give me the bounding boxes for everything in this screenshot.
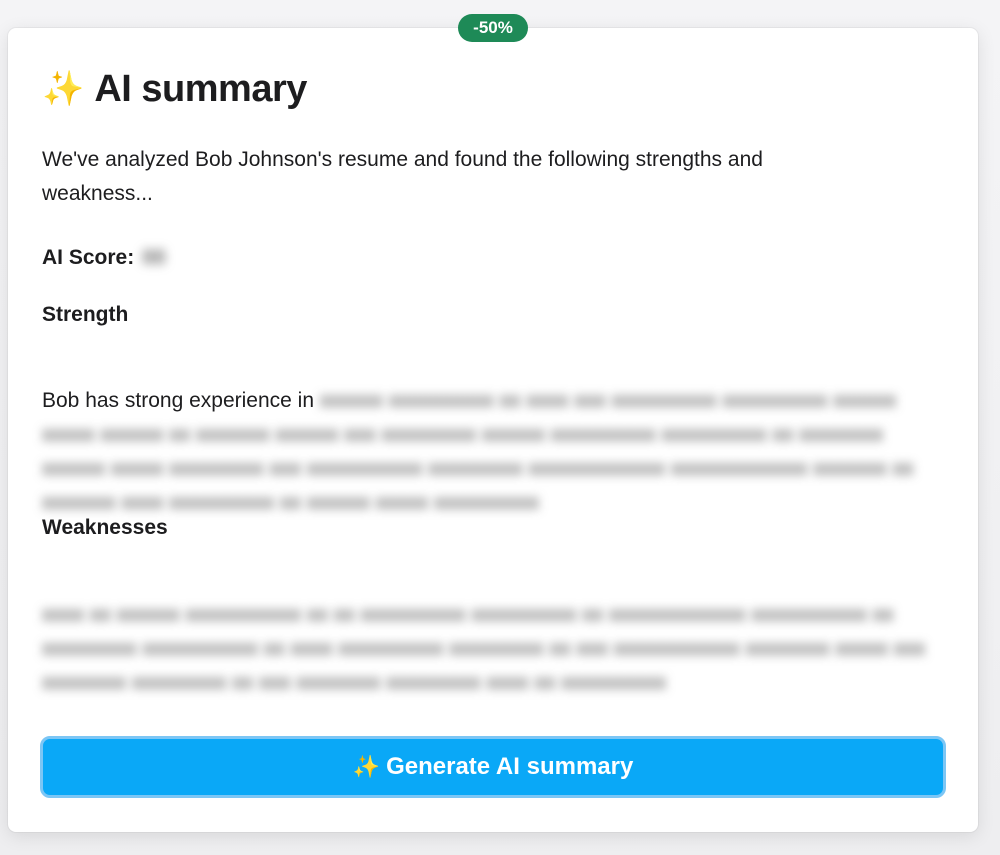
weakness-heading: Weaknesses	[42, 516, 168, 539]
strength-heading: Strength	[42, 303, 129, 326]
intro-text: We've analyzed Bob Johnson's resume and …	[42, 148, 763, 205]
sparkles-icon: ✨	[352, 754, 381, 779]
ai-score-value: 88	[142, 246, 166, 269]
ai-score-label: AI Score:	[42, 246, 135, 269]
ai-summary-card: ✨ AI summary We've analyzed Bob Johnson'…	[8, 28, 978, 832]
discount-badge: -50%	[458, 14, 528, 42]
weakness-paragraph: xxxx xx xxxxxx xxxxxxxxxxx xx xx xxxxxxx…	[42, 603, 926, 694]
page-title: AI summary	[94, 67, 307, 110]
ai-score-row: AI Score: 88	[42, 246, 166, 270]
generate-button-label: Generate AI summary	[386, 753, 634, 780]
sparkles-icon: ✨	[42, 70, 85, 108]
page: -50% ✨ AI summary We've analyzed Bob Joh…	[0, 0, 1000, 855]
generate-ai-summary-button[interactable]: ✨ Generate AI summary	[40, 736, 946, 798]
strength-visible-text: Bob has strong experience in	[42, 389, 315, 412]
title-row: ✨ AI summary	[42, 64, 307, 114]
strength-paragraph: Bob has strong experience in xxxxxx xxxx…	[42, 384, 947, 520]
